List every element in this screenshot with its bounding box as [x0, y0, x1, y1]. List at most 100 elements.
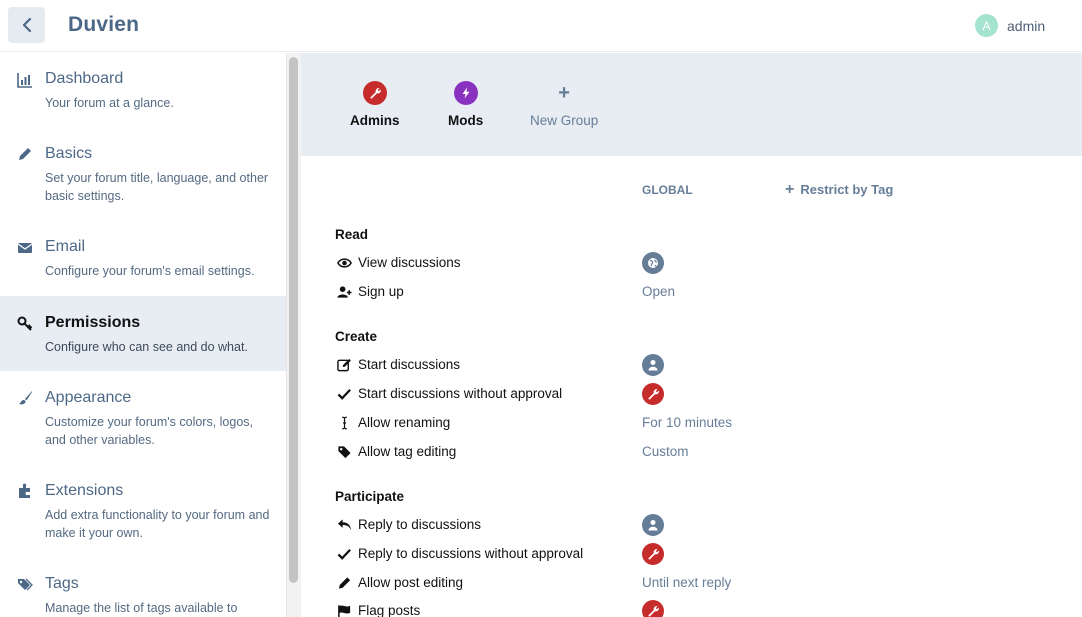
group-label: New Group — [530, 113, 599, 128]
eye-icon — [335, 255, 353, 271]
perm-value-dropdown[interactable] — [642, 354, 664, 376]
perm-start-discussions: Start discussions — [335, 354, 1035, 378]
restrict-label: Restrict by Tag — [800, 182, 894, 197]
perm-value: Custom — [642, 444, 689, 459]
admin-nav: Dashboard Your forum at a glance. Basics… — [0, 53, 286, 617]
perm-allow-post-editing: Allow post editing Until next reply — [335, 572, 1035, 596]
section-create: Create — [335, 329, 378, 344]
perm-start-without-approval: Start discussions without approval — [335, 383, 1035, 407]
perm-label: Allow renaming — [358, 415, 451, 430]
nav-desc: Configure your forum's email settings. — [45, 264, 255, 278]
perm-reply: Reply to discussions — [335, 514, 1035, 538]
check-icon — [335, 546, 353, 562]
wrench-icon — [642, 600, 664, 617]
section-participate: Participate — [335, 489, 405, 504]
key-icon — [16, 315, 34, 333]
user-icon — [642, 514, 664, 536]
nav-title: Basics — [45, 145, 93, 162]
tags-icon — [16, 576, 34, 594]
wrench-icon — [362, 81, 387, 105]
tag-icon — [335, 444, 353, 460]
perm-value: Open — [642, 284, 676, 299]
reply-icon — [335, 517, 353, 533]
user-plus-icon — [335, 284, 353, 300]
group-mods[interactable]: Mods — [448, 81, 483, 128]
perm-label: Allow tag editing — [358, 444, 457, 459]
perm-value: Until next reply — [642, 575, 732, 590]
avatar: A — [975, 14, 998, 37]
perm-label: Reply to discussions without approval — [358, 546, 584, 561]
bolt-icon — [453, 81, 478, 105]
wrench-icon — [642, 383, 664, 405]
paint-brush-icon — [16, 389, 34, 407]
nav-title: Permissions — [45, 314, 141, 331]
perm-view-discussions: View discussions — [335, 252, 1035, 276]
new-group-button[interactable]: + New Group — [530, 81, 599, 129]
permission-groups: Admins Mods + New Group — [301, 53, 1082, 156]
section-read: Read — [335, 227, 369, 242]
i-cursor-icon — [335, 415, 353, 431]
perm-value-dropdown[interactable] — [642, 514, 664, 536]
admin-header: Duvien A admin — [0, 0, 1082, 52]
edit-icon — [335, 357, 353, 373]
perm-value: For 10 minutes — [642, 415, 733, 430]
pencil-icon — [335, 575, 353, 591]
perm-reply-without-approval: Reply to discussions without approval — [335, 543, 1035, 567]
forum-title[interactable]: Duvien — [68, 13, 139, 37]
nav-desc: Customize your forum's colors, logos, an… — [45, 415, 254, 447]
wrench-icon — [642, 543, 664, 565]
perm-flag-posts: Flag posts — [335, 600, 1035, 617]
check-icon — [335, 386, 353, 402]
perm-label: Start discussions without approval — [358, 386, 563, 401]
nav-item-email[interactable]: Email Configure your forum's email setti… — [0, 220, 286, 296]
plus-icon: + — [558, 81, 570, 104]
nav-item-dashboard[interactable]: Dashboard Your forum at a glance. — [0, 53, 286, 127]
nav-item-permissions[interactable]: Permissions Configure who can see and do… — [0, 296, 286, 371]
perm-value-dropdown[interactable]: Until next reply — [642, 572, 731, 590]
perm-value-dropdown[interactable] — [642, 600, 664, 617]
perm-label: Allow post editing — [358, 575, 464, 590]
nav-title: Dashboard — [45, 70, 124, 87]
nav-desc: Configure who can see and do what. — [45, 340, 248, 354]
nav-title: Email — [45, 238, 86, 255]
perm-label: View discussions — [358, 255, 461, 270]
perm-value-dropdown[interactable] — [642, 252, 664, 274]
perm-label: Flag posts — [358, 603, 421, 617]
perm-allow-renaming: Allow renaming For 10 minutes — [335, 412, 1035, 436]
nav-title: Tags — [45, 575, 79, 592]
plus-icon: + — [785, 180, 795, 198]
perm-value-dropdown[interactable]: Custom — [642, 441, 689, 459]
perm-label: Reply to discussions — [358, 517, 482, 532]
nav-item-tags[interactable]: Tags Manage the list of tags available t… — [0, 557, 286, 617]
group-admins[interactable]: Admins — [350, 81, 400, 128]
group-label: Mods — [448, 113, 484, 128]
flag-icon — [335, 603, 353, 617]
nav-desc: Manage the list of tags available to — [45, 601, 238, 615]
perm-label: Start discussions — [358, 357, 461, 372]
nav-desc: Add extra functionality to your forum an… — [45, 508, 270, 540]
nav-item-extensions[interactable]: Extensions Add extra functionality to yo… — [0, 464, 286, 557]
nav-title: Extensions — [45, 482, 124, 499]
perm-value-dropdown[interactable]: For 10 minutes — [642, 412, 732, 430]
nav-title: Appearance — [45, 389, 132, 406]
nav-desc: Set your forum title, language, and othe… — [45, 171, 269, 203]
column-global: GLOBAL — [642, 183, 693, 197]
nav-item-basics[interactable]: Basics Set your forum title, language, a… — [0, 127, 286, 220]
perm-value-dropdown[interactable] — [642, 383, 664, 405]
nav-desc: Your forum at a glance. — [45, 96, 174, 110]
envelope-icon — [16, 239, 34, 257]
sidebar-scrollbar-thumb[interactable] — [289, 57, 298, 583]
user-icon — [642, 354, 664, 376]
group-label: Admins — [350, 113, 400, 128]
nav-item-appearance[interactable]: Appearance Customize your forum's colors… — [0, 371, 286, 464]
perm-label: Sign up — [358, 284, 404, 299]
user-menu[interactable]: A admin — [975, 14, 1045, 37]
username: admin — [1007, 17, 1046, 34]
chevron-left-icon — [22, 18, 31, 32]
globe-icon — [642, 252, 664, 274]
restrict-by-tag-button[interactable]: + Restrict by Tag — [785, 180, 894, 198]
perm-value-dropdown[interactable]: Open — [642, 281, 675, 299]
bar-chart-icon — [16, 71, 34, 89]
back-button[interactable] — [8, 7, 45, 43]
perm-value-dropdown[interactable] — [642, 543, 664, 565]
